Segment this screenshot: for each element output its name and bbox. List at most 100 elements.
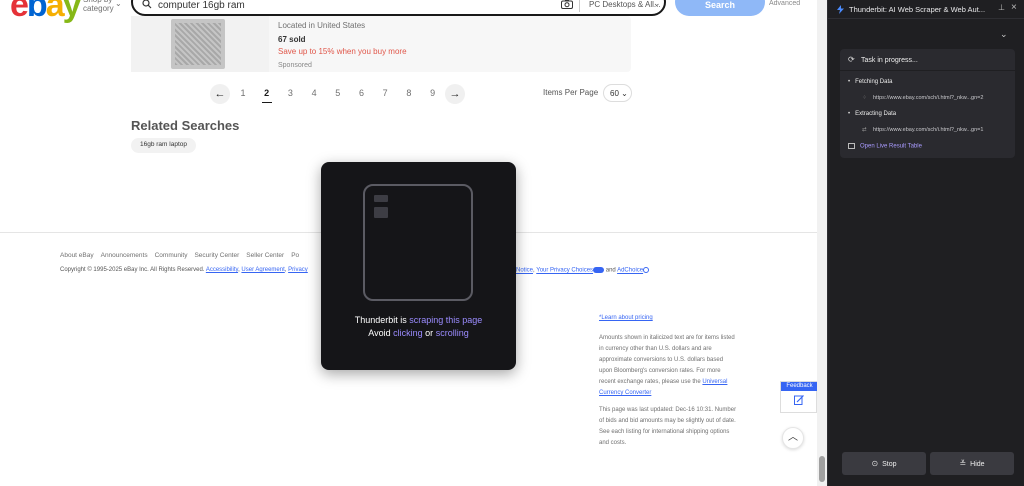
search-icon [142,0,152,9]
footer-link[interactable]: Announcements [101,252,148,259]
overlay-highlight: scraping this page [409,315,483,325]
shop-by-category-button[interactable]: Shop by category ⌄ [83,0,123,13]
overlay-text: or [425,328,434,338]
search-input[interactable]: computer 16gb ram [158,0,245,11]
swap-icon: ⇄ [862,127,867,133]
items-per-page-label: Items Per Page [543,88,599,97]
accessibility-link[interactable]: Accessibility [206,267,238,273]
search-button[interactable]: Search [675,0,765,16]
stop-button[interactable]: ⊙ Stop [842,452,926,475]
page-number[interactable]: 4 [308,88,320,98]
disclaimer-line: See each listing for international shipp… [599,429,730,435]
copyright-text: Copyright © 1995-2025 eBay Inc. All Righ… [60,267,205,273]
stop-icon: ⊙ [871,459,879,468]
live-table-label: Open Live Result Table [860,143,922,150]
thunderbit-side-panel: Thunderbit: AI Web Scraper & Web Aut... … [827,0,1024,486]
stop-label: Stop [882,461,897,468]
disclaimer-line: This page was last updated: Dec-16 10:31… [599,407,737,413]
related-search-chip[interactable]: 16gb ram laptop [131,138,196,153]
learn-pricing-link[interactable]: *Learn about pricing [599,315,653,321]
search-bar[interactable]: computer 16gb ram PC Desktops & All... ⌄ [131,0,666,16]
disclaimer-line: of bids and bid amounts may be slightly … [599,418,736,424]
task-card: ⟳ Task in progress... Fetching Data ⁘ htt… [840,49,1015,158]
hide-label: Hide [970,461,985,468]
pin-icon[interactable]: ⊥ [998,3,1005,12]
listing-sold-count: 67 sold [278,35,306,44]
listing-image[interactable] [131,16,269,72]
user-agreement-link[interactable]: User Agreement [241,267,284,273]
chevron-down-icon: ⌄ [653,0,661,8]
footer-link[interactable]: Po [291,252,299,259]
loading-icon: ⁘ [862,95,867,101]
chevron-down-icon: ⌄ [621,89,628,98]
advanced-search-link[interactable]: Advanced [769,0,800,7]
page-number[interactable]: 1 [237,88,249,98]
notice-link[interactable]: Notice [516,268,533,274]
step-url[interactable]: ⇄ https://www.ebay.com/sch/i.html?_nkw...… [862,127,983,133]
disclaimer-line: upon Bloomberg's conversion rates. For m… [599,368,721,374]
info-icon [643,267,650,273]
panel-title: Thunderbit: AI Web Scraper & Web Aut... [849,5,986,14]
overlay-highlight: scrolling [435,328,469,338]
items-per-page-select[interactable]: 60 ⌄ [603,84,632,102]
logo-letter: e [10,0,29,24]
page-number[interactable]: 6 [356,88,368,98]
currency-converter-link[interactable]: Currency Converter [599,390,651,396]
footer-link[interactable]: Community [155,252,188,259]
chevrons-down-icon: ≚ [959,459,967,468]
category-select[interactable]: PC Desktops & All... [589,0,661,9]
step-label: Fetching Data [848,79,892,85]
listing-location: Located in United States [278,21,366,30]
step-url[interactable]: ⁘ https://www.ebay.com/sch/i.html?_nkw...… [862,95,983,101]
disclaimer-line: in currency other than U.S. dollars and … [599,346,712,352]
panel-divider [828,18,1024,19]
overlay-message-line1: Thunderbit is scraping this page [321,315,516,325]
logo-letter: y [62,0,82,24]
hide-button[interactable]: ≚ Hide [930,452,1014,475]
ebay-logo[interactable]: ebay [10,0,82,25]
close-icon[interactable]: × [1011,2,1017,13]
currency-converter-link[interactable]: Universal [702,379,727,385]
logo-letter: a [45,0,65,24]
footer-link[interactable]: About eBay [60,252,94,259]
scrollbar-thumb[interactable] [819,456,825,482]
arrow-left-icon[interactable]: ← [210,84,230,104]
footer-link[interactable]: Security Center [194,252,239,259]
page-number[interactable]: 7 [379,88,391,98]
window-block-icon [374,195,388,202]
collapse-icon[interactable]: ⌄ [1000,29,1008,40]
open-live-table-link[interactable]: Open Live Result Table [848,143,922,150]
copyright: Copyright © 1995-2025 eBay Inc. All Righ… [60,267,308,273]
page-number[interactable]: 8 [403,88,415,98]
page-number[interactable]: 5 [332,88,344,98]
related-searches-title: Related Searches [131,118,240,133]
step-label: Extracting Data [848,111,896,117]
edit-note-icon [794,395,804,405]
browser-window-icon [363,184,473,301]
disclaimer-line: and costs. [599,440,627,446]
camera-icon[interactable] [561,0,573,9]
currency-disclaimer: Amounts shown in italicized text are for… [599,333,749,399]
disclaimer-line: approximate conversions to U.S. dollars … [599,357,724,363]
scraping-overlay: Thunderbit is scraping this page Avoid c… [321,162,516,370]
adchoice-link[interactable]: AdChoice [617,268,643,274]
feedback-button[interactable]: Feedback [780,381,817,413]
and-text: and [605,267,616,274]
page-number[interactable]: 2 [261,88,273,103]
privacy-link[interactable]: Privacy [288,267,308,273]
items-per-page-value: 60 [610,89,619,98]
page-scrollbar[interactable] [817,0,827,486]
page-number[interactable]: 9 [427,88,439,98]
page-number[interactable]: 3 [284,88,296,98]
overlay-highlight: clicking [393,328,423,338]
logo-letter: b [26,0,48,24]
task-status: Task in progress... [861,57,918,64]
copyright-right: Notice, Your Privacy Choices and AdChoic… [516,267,650,274]
arrow-right-icon[interactable]: → [445,84,465,104]
disclaimer-line: recent exchange rates, please use the Un… [599,377,749,388]
back-to-top-button[interactable]: ︿ [782,427,804,449]
privacy-choices-link[interactable]: Your Privacy Choices [536,268,593,274]
footer-link[interactable]: Seller Center [246,252,284,259]
listing-card[interactable] [131,16,631,72]
last-updated-disclaimer: This page was last updated: Dec-16 10:31… [599,405,749,449]
